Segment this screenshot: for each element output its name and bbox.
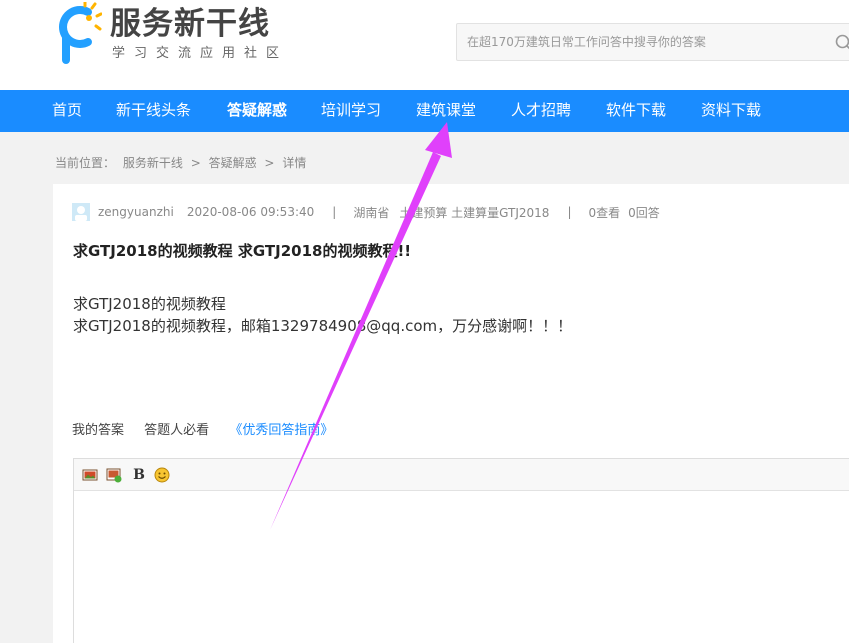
answer-count: 0回答 (628, 205, 660, 220)
answer-editor: B (73, 458, 849, 643)
question-title: 求GTJ2018的视频教程 求GTJ2018的视频教程!! (73, 242, 412, 260)
editor-text-area[interactable] (74, 491, 849, 643)
my-answer-label: 我的答案 (72, 423, 125, 438)
nav-item-documents[interactable]: 资料下载 (701, 90, 761, 132)
view-count: 0查看 (588, 205, 621, 220)
must-read-label: 答题人必看 (144, 423, 210, 438)
question-tags[interactable]: 土建预算 土建算量GTJ2018 (399, 204, 549, 221)
nav-item-classroom[interactable]: 建筑课堂 (416, 90, 476, 132)
answer-guide-link[interactable]: 《优秀回答指南》 (229, 419, 333, 438)
nav-item-training[interactable]: 培训学习 (321, 90, 381, 132)
username[interactable]: zengyuanzhi (98, 205, 174, 219)
nav-item-jobs[interactable]: 人才招聘 (511, 90, 571, 132)
question-body-line: 求GTJ2018的视频教程，邮箱1329784908@qq.com，万分感谢啊！… (73, 317, 573, 335)
breadcrumb-separator: > (190, 156, 201, 170)
meta-divider: | (332, 205, 337, 219)
breadcrumb-link-qa[interactable]: 答疑解惑 (209, 156, 257, 170)
breadcrumb-link-home[interactable]: 服务新干线 (123, 156, 183, 170)
post-datetime: 2020-08-06 09:53:40 (186, 205, 315, 219)
insert-video-icon[interactable] (106, 467, 122, 483)
search-box (456, 23, 849, 61)
bold-button[interactable]: B (131, 467, 147, 483)
nav-item-qa[interactable]: 答疑解惑 (227, 90, 287, 132)
user-avatar-icon[interactable] (72, 203, 90, 221)
nav-item-software[interactable]: 软件下载 (606, 90, 666, 132)
breadcrumb-current: 详情 (282, 156, 307, 170)
search-icon[interactable] (835, 34, 849, 52)
question-card: zengyuanzhi 2020-08-06 09:53:40 | 湖南省 土建… (53, 184, 849, 643)
breadcrumb-separator: > (264, 156, 275, 170)
answer-header: 我的答案 答题人必看 《优秀回答指南》 (72, 419, 349, 438)
brand-name[interactable]: 服务新干线 (110, 4, 270, 44)
nav-item-headlines[interactable]: 新干线头条 (116, 90, 191, 132)
question-body: 求GTJ2018的视频教程 求GTJ2018的视频教程，邮箱1329784908… (73, 293, 572, 337)
breadcrumb: 当前位置： 服务新干线 > 答疑解惑 > 详情 (55, 154, 310, 171)
question-body-line: 求GTJ2018的视频教程 (73, 295, 226, 313)
brand-slogan: 学习交流应用社区 (112, 46, 289, 61)
editor-toolbar: B (74, 459, 849, 491)
brand-logo-icon[interactable] (52, 2, 102, 64)
question-meta: zengyuanzhi 2020-08-06 09:53:40 | 湖南省 土建… (72, 202, 660, 222)
site-header: 服务新干线 学习交流应用社区 (0, 0, 849, 90)
nav-item-home[interactable]: 首页 (52, 90, 82, 132)
search-input[interactable] (457, 24, 827, 60)
breadcrumb-prefix: 当前位置： (55, 156, 116, 170)
emoji-icon[interactable] (154, 467, 170, 483)
meta-divider: | (567, 205, 572, 219)
location: 湖南省 (353, 205, 390, 220)
insert-image-icon[interactable] (82, 467, 98, 483)
main-nav: 首页 新干线头条 答疑解惑 培训学习 建筑课堂 人才招聘 软件下载 资料下载 (0, 90, 849, 132)
